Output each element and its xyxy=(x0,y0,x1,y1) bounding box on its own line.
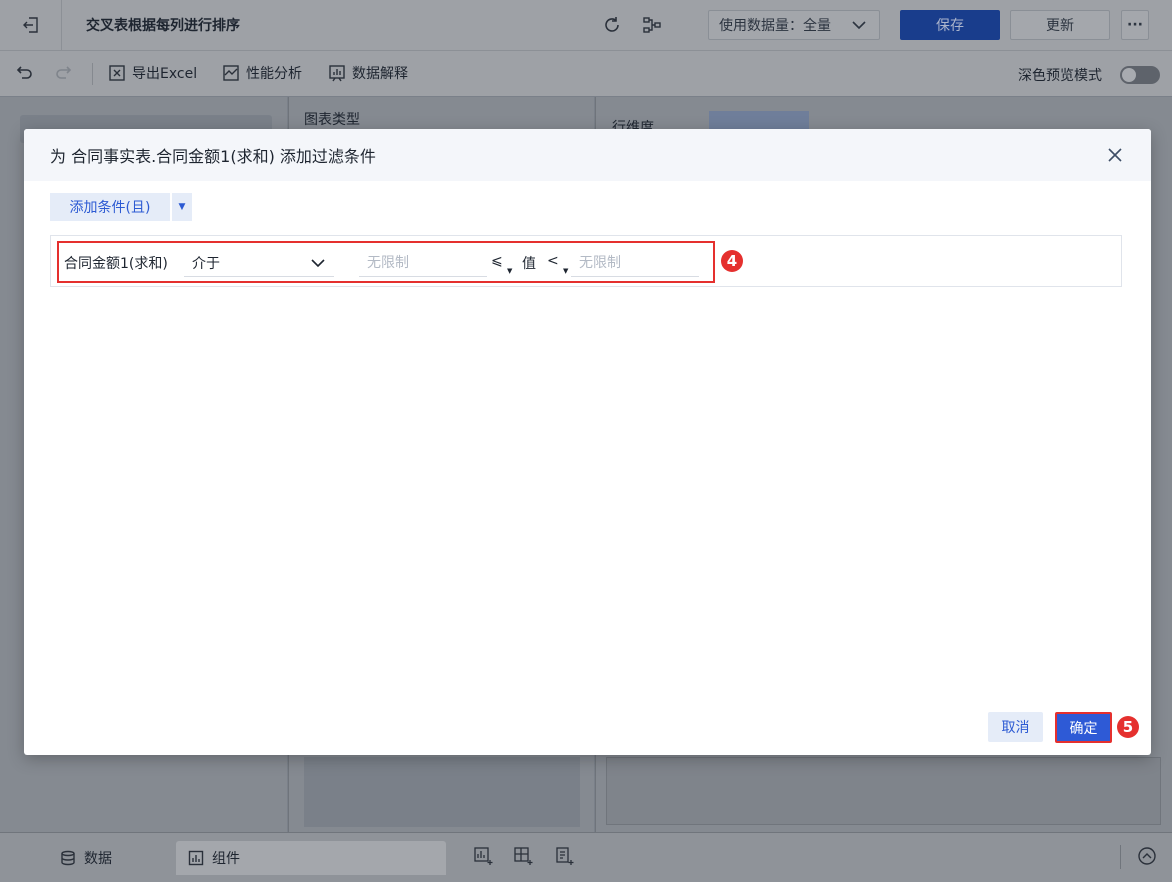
collapse-up-icon[interactable] xyxy=(1136,845,1158,867)
tab-components[interactable]: 组件 xyxy=(176,841,446,875)
upper-bound-input[interactable] xyxy=(571,249,699,277)
excel-icon xyxy=(109,65,125,81)
performance-label: 性能分析 xyxy=(246,66,302,82)
exit-icon xyxy=(22,17,38,33)
operator-select[interactable]: 介于 xyxy=(184,249,334,277)
page-title: 交叉表根据每列进行排序 xyxy=(86,18,240,34)
data-explain-button[interactable]: 数据解释 xyxy=(328,63,408,83)
add-chart-icon[interactable] xyxy=(472,845,494,867)
bottom-bar: 数据 组件 xyxy=(0,832,1172,882)
lower-bound-input[interactable] xyxy=(359,249,487,277)
dark-preview-toggle[interactable] xyxy=(1120,66,1160,84)
refresh-icon[interactable] xyxy=(601,14,623,36)
toolbar: 导出Excel 性能分析 数据解释 深色预览模式 xyxy=(0,50,1172,96)
lower-operator-label: ⩽ xyxy=(491,253,503,269)
upper-operator-label: < xyxy=(547,253,559,269)
step-badge-5: 5 xyxy=(1117,716,1139,738)
data-explain-label: 数据解释 xyxy=(352,66,408,82)
cancel-button[interactable]: 取消 xyxy=(988,712,1043,742)
value-label: 值 xyxy=(522,256,536,272)
dialog-header: 为 合同事实表.合同金额1(求和) 添加过滤条件 xyxy=(24,129,1151,181)
condition-row: 合同金额1(求和) 介于 ⩽ ▼ 值 < ▼ xyxy=(57,241,715,283)
tab-data-label: 数据 xyxy=(84,851,112,867)
add-table-icon[interactable] xyxy=(512,845,534,867)
chart-icon xyxy=(188,850,204,866)
close-icon xyxy=(1108,148,1122,162)
tab-data[interactable]: 数据 xyxy=(60,841,112,875)
performance-icon xyxy=(223,65,239,81)
save-button[interactable]: 保存 xyxy=(900,10,1000,40)
exit-button[interactable] xyxy=(0,0,62,50)
condition-container: 合同金额1(求和) 介于 ⩽ ▼ 值 < ▼ xyxy=(50,235,1122,287)
middle-panel-box xyxy=(304,757,580,827)
operator-value: 介于 xyxy=(192,255,220,272)
confirm-button[interactable]: 确定 xyxy=(1055,712,1112,743)
performance-button[interactable]: 性能分析 xyxy=(222,63,302,83)
data-explain-icon xyxy=(329,65,345,82)
add-report-icon[interactable] xyxy=(553,845,575,867)
update-button[interactable]: 更新 xyxy=(1010,10,1110,40)
dialog-title: 为 合同事实表.合同金额1(求和) 添加过滤条件 xyxy=(50,147,376,166)
add-condition-group: 添加条件(且) ▼ xyxy=(50,193,192,221)
step-badge-4: 4 xyxy=(721,250,743,272)
caret-down-icon: ▼ xyxy=(563,267,569,275)
condition-field-name: 合同金额1(求和) xyxy=(64,256,168,272)
export-excel-label: 导出Excel xyxy=(132,66,198,82)
dark-preview-label: 深色预览模式 xyxy=(1018,68,1102,84)
more-button[interactable]: ··· xyxy=(1121,10,1149,40)
preview-panel xyxy=(606,757,1161,825)
data-amount-label: 使用数据量：全量 xyxy=(719,18,831,34)
add-condition-dropdown[interactable]: ▼ xyxy=(172,193,192,221)
chart-type-label: 图表类型 xyxy=(304,112,360,128)
bottom-divider xyxy=(1120,845,1121,869)
database-icon xyxy=(61,850,75,866)
toolbar-divider xyxy=(92,63,93,85)
redo-icon[interactable] xyxy=(54,63,72,81)
export-excel-button[interactable]: 导出Excel xyxy=(108,63,197,83)
add-condition-button[interactable]: 添加条件(且) xyxy=(50,193,170,221)
filter-dialog: 为 合同事实表.合同金额1(求和) 添加过滤条件 添加条件(且) ▼ 合同金额1… xyxy=(24,129,1151,755)
data-amount-select[interactable]: 使用数据量：全量 xyxy=(708,10,880,40)
flow-icon[interactable] xyxy=(641,14,663,36)
lower-operator-select[interactable]: ⩽ ▼ xyxy=(491,253,512,275)
upper-operator-select[interactable]: < ▼ xyxy=(547,253,568,275)
close-button[interactable] xyxy=(1105,145,1125,165)
undo-icon[interactable] xyxy=(16,63,34,81)
chevron-down-icon xyxy=(311,259,325,268)
chevron-down-icon xyxy=(852,21,866,30)
caret-down-icon: ▼ xyxy=(507,267,513,275)
tab-components-label: 组件 xyxy=(212,851,240,867)
top-bar: 交叉表根据每列进行排序 使用数据量：全量 保存 更新 ··· xyxy=(0,0,1172,50)
caret-down-icon: ▼ xyxy=(178,202,186,212)
